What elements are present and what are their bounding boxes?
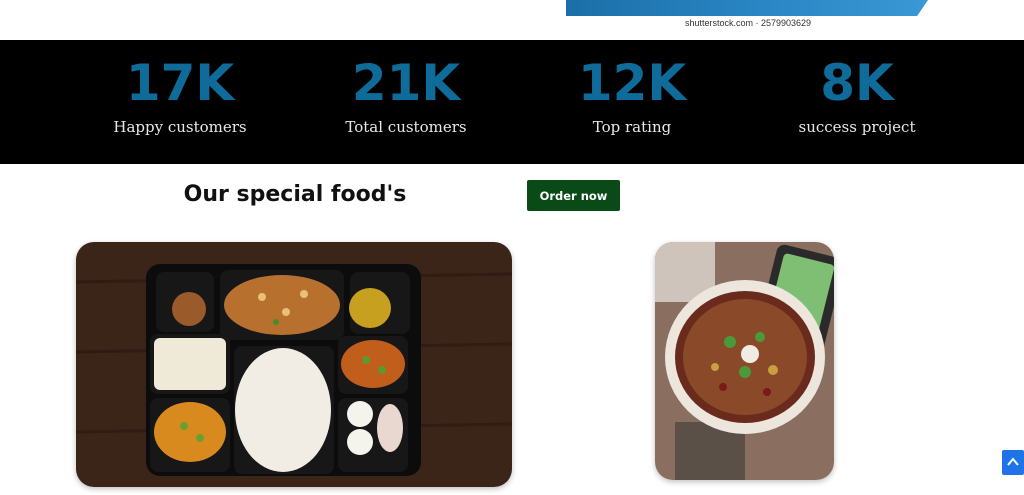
stat-label: Total customers xyxy=(345,118,467,136)
thali-food-image xyxy=(76,242,512,487)
chevron-up-icon xyxy=(1007,454,1019,472)
image-credit: shutterstock.com · 2579903629 xyxy=(684,18,812,28)
stat-happy-customers: 17K Happy customers xyxy=(70,54,290,136)
stat-number: 17K xyxy=(125,54,235,112)
chaat-bowl-image xyxy=(655,242,834,480)
scroll-to-top-button[interactable] xyxy=(1002,450,1024,475)
stat-label: Happy customers xyxy=(113,118,247,136)
stat-label: success project xyxy=(798,118,916,136)
previous-section-image xyxy=(566,0,928,16)
stat-top-rating: 12K Top rating xyxy=(522,54,742,136)
section-title: Our special food's xyxy=(183,182,407,207)
stat-success-project: 8K success project xyxy=(747,54,967,136)
stat-number: 8K xyxy=(820,54,894,112)
stats-band: 17K Happy customers 21K Total customers … xyxy=(0,40,1024,164)
order-now-button[interactable]: Order now xyxy=(527,180,620,211)
stat-total-customers: 21K Total customers xyxy=(296,54,516,136)
stat-number: 21K xyxy=(351,54,461,112)
stat-number: 12K xyxy=(577,54,687,112)
stat-label: Top rating xyxy=(592,118,672,136)
